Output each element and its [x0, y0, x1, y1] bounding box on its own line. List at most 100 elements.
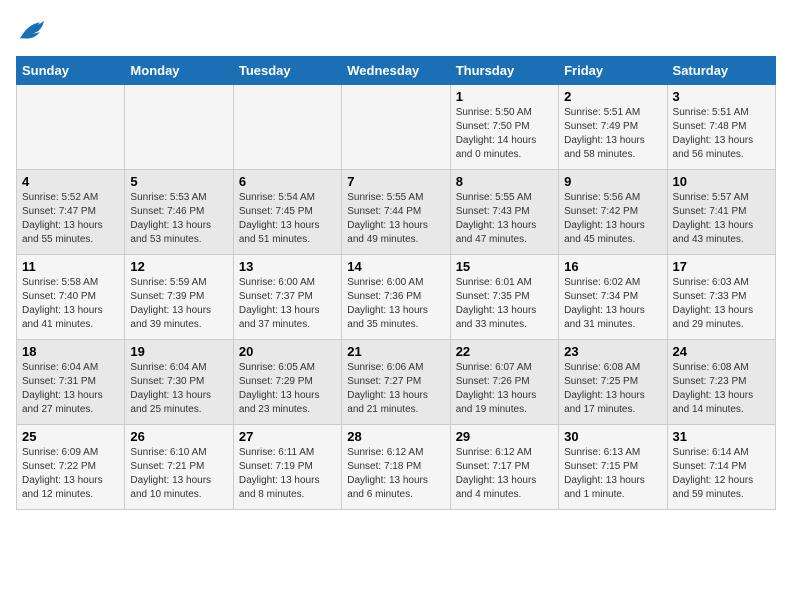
- day-info: Sunrise: 6:04 AMSunset: 7:31 PMDaylight:…: [22, 361, 119, 417]
- day-info: Sunrise: 6:04 AMSunset: 7:30 PMDaylight:…: [130, 361, 227, 417]
- day-number: 9: [564, 174, 661, 189]
- day-info: Sunrise: 6:08 AMSunset: 7:25 PMDaylight:…: [564, 361, 661, 417]
- day-number: 14: [347, 259, 444, 274]
- day-info: Sunrise: 6:02 AMSunset: 7:34 PMDaylight:…: [564, 276, 661, 332]
- calendar-header: SundayMondayTuesdayWednesdayThursdayFrid…: [17, 57, 776, 85]
- day-info: Sunrise: 6:14 AMSunset: 7:14 PMDaylight:…: [673, 446, 770, 502]
- weekday-header-thursday: Thursday: [450, 57, 558, 85]
- calendar-cell: 8Sunrise: 5:55 AMSunset: 7:43 PMDaylight…: [450, 170, 558, 255]
- day-info: Sunrise: 5:55 AMSunset: 7:44 PMDaylight:…: [347, 191, 444, 247]
- calendar-cell: 7 Sunrise: 5:55 AMSunset: 7:44 PMDaylight…: [342, 170, 450, 255]
- day-info: Sunrise: 5:56 AMSunset: 7:42 PMDaylight:…: [564, 191, 661, 247]
- day-number: 10: [673, 174, 770, 189]
- day-number: 7: [347, 174, 444, 189]
- calendar-cell: [233, 85, 341, 170]
- calendar-cell: 20 Sunrise: 6:05 AMSunset: 7:29 PMDayligh…: [233, 340, 341, 425]
- calendar-cell: 27 Sunrise: 6:11 AMSunset: 7:19 PMDayligh…: [233, 425, 341, 510]
- calendar-cell: 6 Sunrise: 5:54 AMSunset: 7:45 PMDaylight…: [233, 170, 341, 255]
- day-info: Sunrise: 6:01 AMSunset: 7:35 PMDaylight:…: [456, 276, 553, 332]
- calendar-cell: 9 Sunrise: 5:56 AMSunset: 7:42 PMDaylight…: [559, 170, 667, 255]
- day-number: 3: [673, 89, 770, 104]
- calendar-cell: 26 Sunrise: 6:10 AMSunset: 7:21 PMDayligh…: [125, 425, 233, 510]
- calendar-week-2: 4Sunrise: 5:52 AMSunset: 7:47 PMDaylight…: [17, 170, 776, 255]
- calendar-cell: 17 Sunrise: 6:03 AMSunset: 7:33 PMDayligh…: [667, 255, 775, 340]
- day-number: 24: [673, 344, 770, 359]
- calendar-week-3: 11 Sunrise: 5:58 AMSunset: 7:40 PMDayligh…: [17, 255, 776, 340]
- day-info: Sunrise: 5:50 AMSunset: 7:50 PMDaylight:…: [456, 106, 553, 162]
- day-number: 5: [130, 174, 227, 189]
- day-info: Sunrise: 5:54 AMSunset: 7:45 PMDaylight:…: [239, 191, 336, 247]
- day-number: 15: [456, 259, 553, 274]
- calendar-cell: 12Sunrise: 5:59 AMSunset: 7:39 PMDayligh…: [125, 255, 233, 340]
- weekday-header-sunday: Sunday: [17, 57, 125, 85]
- logo-icon: [16, 16, 48, 44]
- day-info: Sunrise: 5:58 AMSunset: 7:40 PMDaylight:…: [22, 276, 119, 332]
- day-number: 13: [239, 259, 336, 274]
- calendar-cell: [17, 85, 125, 170]
- day-number: 26: [130, 429, 227, 444]
- calendar-cell: 2 Sunrise: 5:51 AMSunset: 7:49 PMDaylight…: [559, 85, 667, 170]
- day-info: Sunrise: 6:11 AMSunset: 7:19 PMDaylight:…: [239, 446, 336, 502]
- calendar-week-1: 1Sunrise: 5:50 AMSunset: 7:50 PMDaylight…: [17, 85, 776, 170]
- calendar-cell: 14 Sunrise: 6:00 AMSunset: 7:36 PMDayligh…: [342, 255, 450, 340]
- day-number: 17: [673, 259, 770, 274]
- calendar-cell: 13 Sunrise: 6:00 AMSunset: 7:37 PMDayligh…: [233, 255, 341, 340]
- day-number: 28: [347, 429, 444, 444]
- day-number: 2: [564, 89, 661, 104]
- day-info: Sunrise: 6:05 AMSunset: 7:29 PMDaylight:…: [239, 361, 336, 417]
- calendar-cell: 18 Sunrise: 6:04 AMSunset: 7:31 PMDayligh…: [17, 340, 125, 425]
- day-number: 30: [564, 429, 661, 444]
- calendar-cell: 16 Sunrise: 6:02 AMSunset: 7:34 PMDayligh…: [559, 255, 667, 340]
- calendar-cell: 24 Sunrise: 6:08 AMSunset: 7:23 PMDayligh…: [667, 340, 775, 425]
- calendar-cell: 15 Sunrise: 6:01 AMSunset: 7:35 PMDayligh…: [450, 255, 558, 340]
- calendar-cell: 19 Sunrise: 6:04 AMSunset: 7:30 PMDayligh…: [125, 340, 233, 425]
- day-number: 20: [239, 344, 336, 359]
- calendar-cell: 5 Sunrise: 5:53 AMSunset: 7:46 PMDaylight…: [125, 170, 233, 255]
- calendar-week-5: 25 Sunrise: 6:09 AMSunset: 7:22 PMDayligh…: [17, 425, 776, 510]
- day-info: Sunrise: 6:07 AMSunset: 7:26 PMDaylight:…: [456, 361, 553, 417]
- day-number: 16: [564, 259, 661, 274]
- day-info: Sunrise: 5:55 AMSunset: 7:43 PMDaylight:…: [456, 191, 553, 247]
- page-header: [16, 16, 776, 44]
- calendar-cell: 1Sunrise: 5:50 AMSunset: 7:50 PMDaylight…: [450, 85, 558, 170]
- day-info: Sunrise: 6:09 AMSunset: 7:22 PMDaylight:…: [22, 446, 119, 502]
- weekday-header-tuesday: Tuesday: [233, 57, 341, 85]
- calendar-cell: [342, 85, 450, 170]
- day-info: Sunrise: 6:08 AMSunset: 7:23 PMDaylight:…: [673, 361, 770, 417]
- day-info: Sunrise: 6:00 AMSunset: 7:37 PMDaylight:…: [239, 276, 336, 332]
- day-number: 4: [22, 174, 119, 189]
- day-info: Sunrise: 6:00 AMSunset: 7:36 PMDaylight:…: [347, 276, 444, 332]
- day-number: 12: [130, 259, 227, 274]
- calendar-cell: 31Sunrise: 6:14 AMSunset: 7:14 PMDayligh…: [667, 425, 775, 510]
- day-number: 29: [456, 429, 553, 444]
- calendar-table: SundayMondayTuesdayWednesdayThursdayFrid…: [16, 56, 776, 510]
- calendar-cell: 25 Sunrise: 6:09 AMSunset: 7:22 PMDayligh…: [17, 425, 125, 510]
- calendar-cell: 28 Sunrise: 6:12 AMSunset: 7:18 PMDayligh…: [342, 425, 450, 510]
- calendar-cell: 10Sunrise: 5:57 AMSunset: 7:41 PMDayligh…: [667, 170, 775, 255]
- weekday-row: SundayMondayTuesdayWednesdayThursdayFrid…: [17, 57, 776, 85]
- day-info: Sunrise: 6:06 AMSunset: 7:27 PMDaylight:…: [347, 361, 444, 417]
- day-info: Sunrise: 6:10 AMSunset: 7:21 PMDaylight:…: [130, 446, 227, 502]
- calendar-cell: 11 Sunrise: 5:58 AMSunset: 7:40 PMDayligh…: [17, 255, 125, 340]
- day-number: 21: [347, 344, 444, 359]
- day-number: 23: [564, 344, 661, 359]
- day-info: Sunrise: 5:51 AMSunset: 7:49 PMDaylight:…: [564, 106, 661, 162]
- calendar-cell: 3 Sunrise: 5:51 AMSunset: 7:48 PMDaylight…: [667, 85, 775, 170]
- day-number: 19: [130, 344, 227, 359]
- calendar-cell: 21 Sunrise: 6:06 AMSunset: 7:27 PMDayligh…: [342, 340, 450, 425]
- calendar-cell: 30Sunrise: 6:13 AMSunset: 7:15 PMDayligh…: [559, 425, 667, 510]
- day-number: 25: [22, 429, 119, 444]
- day-number: 11: [22, 259, 119, 274]
- day-info: Sunrise: 6:03 AMSunset: 7:33 PMDaylight:…: [673, 276, 770, 332]
- day-info: Sunrise: 5:51 AMSunset: 7:48 PMDaylight:…: [673, 106, 770, 162]
- day-info: Sunrise: 6:12 AMSunset: 7:18 PMDaylight:…: [347, 446, 444, 502]
- calendar-cell: 29Sunrise: 6:12 AMSunset: 7:17 PMDayligh…: [450, 425, 558, 510]
- day-number: 27: [239, 429, 336, 444]
- weekday-header-friday: Friday: [559, 57, 667, 85]
- weekday-header-wednesday: Wednesday: [342, 57, 450, 85]
- day-number: 18: [22, 344, 119, 359]
- day-info: Sunrise: 5:53 AMSunset: 7:46 PMDaylight:…: [130, 191, 227, 247]
- day-number: 6: [239, 174, 336, 189]
- calendar-week-4: 18 Sunrise: 6:04 AMSunset: 7:31 PMDayligh…: [17, 340, 776, 425]
- calendar-cell: [125, 85, 233, 170]
